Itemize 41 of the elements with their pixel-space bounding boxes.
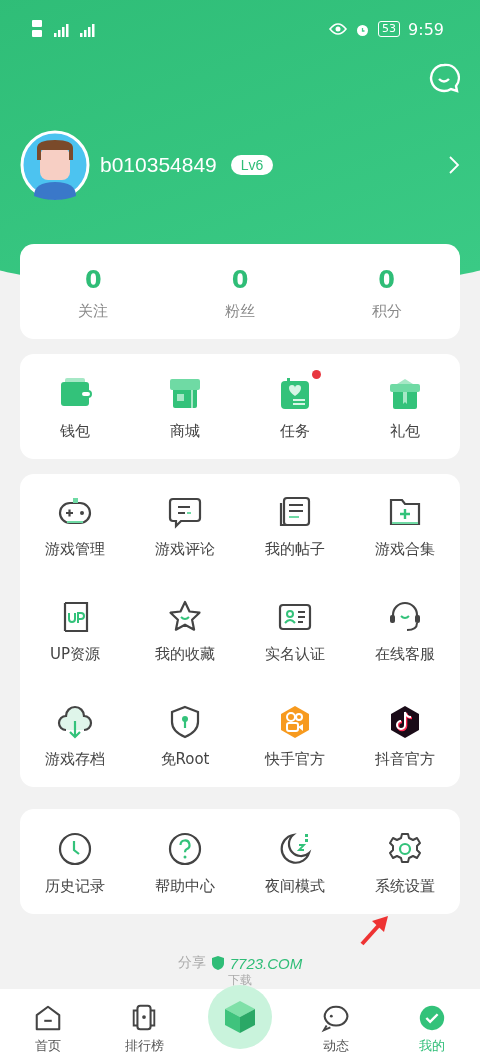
menu-label[interactable]: 免Root bbox=[160, 750, 210, 769]
menu-label[interactable]: 礼包 bbox=[390, 422, 420, 441]
menu-label[interactable]: 游戏合集 bbox=[375, 540, 435, 559]
clock-time: 9:59 bbox=[408, 19, 444, 39]
menu-label[interactable]: 快手官方 bbox=[265, 750, 325, 769]
footer-text: 下载 bbox=[228, 972, 252, 989]
site-name: 7723.COM bbox=[229, 954, 303, 972]
battery-level: 53 bbox=[378, 21, 401, 37]
menu-label[interactable]: 任务 bbox=[280, 422, 310, 441]
username: b010354849 bbox=[100, 153, 217, 177]
stat-label[interactable]: 积分 bbox=[371, 302, 402, 321]
menu-label[interactable]: 帮助中心 bbox=[155, 877, 215, 896]
tab[interactable]: 排行榜 bbox=[96, 1003, 192, 1055]
eye-icon bbox=[329, 23, 348, 35]
tab[interactable]: 动态 bbox=[288, 1003, 384, 1055]
menu-label[interactable]: 钱包 bbox=[60, 422, 90, 441]
tab-icon bbox=[417, 1003, 447, 1033]
menu-label[interactable]: UP资源 bbox=[50, 645, 100, 664]
menu-label[interactable]: 实名认证 bbox=[265, 645, 325, 664]
tab[interactable]: 首页 bbox=[0, 1003, 96, 1055]
avatar[interactable] bbox=[20, 130, 90, 200]
shield-logo-icon bbox=[211, 956, 224, 970]
menu-label[interactable]: 游戏管理 bbox=[45, 540, 105, 559]
menu-label[interactable]: 夜间模式 bbox=[265, 877, 325, 896]
menu-label[interactable]: 游戏存档 bbox=[45, 750, 105, 769]
stat-label[interactable]: 粉丝 bbox=[225, 302, 255, 321]
menu-label[interactable]: 历史记录 bbox=[45, 877, 105, 896]
menu-icon[interactable] bbox=[167, 831, 203, 867]
stat-label[interactable]: 关注 bbox=[78, 302, 109, 321]
menu-label[interactable]: 商城 bbox=[170, 422, 200, 441]
menu-label[interactable]: 在线客服 bbox=[375, 645, 435, 664]
menu-label[interactable]: 我的帖子 bbox=[265, 540, 325, 559]
menu-label[interactable]: 我的收藏 bbox=[155, 645, 215, 664]
menu-label[interactable]: 抖音官方 bbox=[375, 750, 435, 769]
share-label: 分享 bbox=[177, 954, 206, 972]
menu-icon[interactable] bbox=[57, 704, 93, 740]
tab-icon bbox=[321, 1003, 351, 1033]
menu-label[interactable]: 游戏评论 bbox=[155, 540, 215, 559]
menu-icon[interactable] bbox=[57, 831, 93, 867]
tab-icon bbox=[33, 1003, 63, 1033]
menu-label[interactable]: 系统设置 bbox=[375, 877, 435, 896]
